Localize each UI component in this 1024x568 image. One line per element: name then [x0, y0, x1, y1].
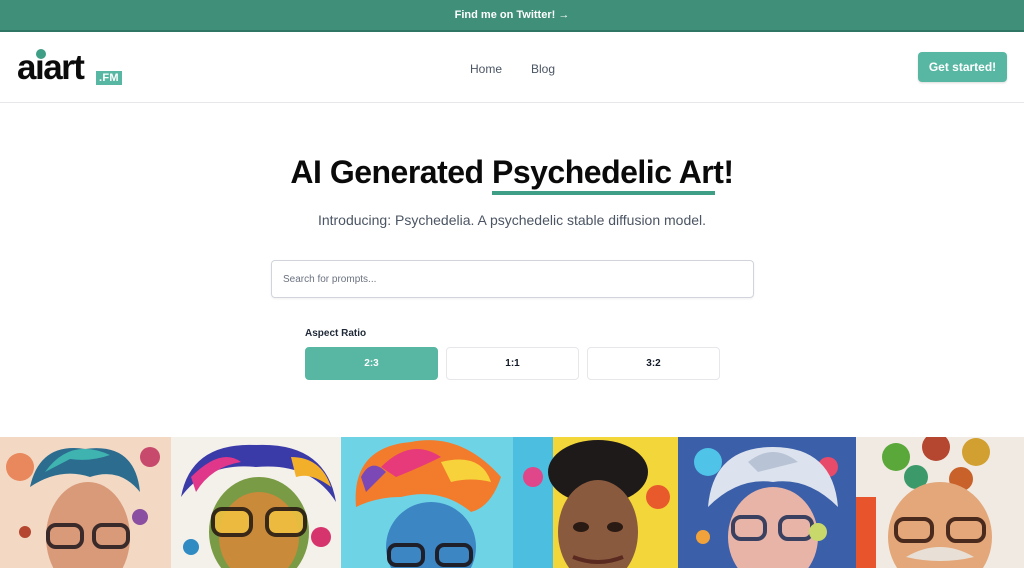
aspect-ratio-label: Aspect Ratio	[305, 328, 367, 339]
title-end: !	[723, 154, 734, 190]
title-plain: AI Generated	[290, 154, 492, 190]
aspect-ratio-2-3-button[interactable]: 2:3	[305, 347, 438, 380]
nav-blog-link[interactable]: Blog	[531, 62, 555, 76]
gallery-image-3[interactable]	[341, 437, 513, 568]
gallery-image-5[interactable]	[678, 437, 856, 568]
title-highlight: Psychedelic Art	[491, 154, 724, 195]
navbar: aıart .FM Home Blog	[0, 32, 1024, 103]
search-input[interactable]	[271, 260, 754, 298]
logo-badge: .FM	[96, 71, 122, 85]
announcement-bar: Find me on Twitter! →	[0, 0, 1024, 32]
nav-home-link[interactable]: Home	[470, 62, 502, 76]
gallery-image-4[interactable]	[513, 437, 678, 568]
gallery-image-6[interactable]	[856, 437, 1024, 568]
nav-links: Home Blog	[470, 62, 555, 76]
page-title: AI Generated Psychedelic Art!	[0, 152, 1024, 195]
logo-wordmark: aıart	[17, 48, 85, 87]
twitter-link[interactable]: Find me on Twitter! →	[455, 9, 570, 21]
logo[interactable]: aıart .FM	[17, 48, 127, 88]
aspect-ratio-1-1-button[interactable]: 1:1	[446, 347, 579, 380]
image-gallery	[0, 437, 1024, 568]
gallery-image-1[interactable]	[0, 437, 171, 568]
get-started-button[interactable]: Get started!	[918, 52, 1007, 82]
page-subtitle: Introducing: Psychedelia. A psychedelic …	[317, 212, 707, 228]
gallery-image-2[interactable]	[171, 437, 341, 568]
aspect-ratio-3-2-button[interactable]: 3:2	[587, 347, 720, 380]
